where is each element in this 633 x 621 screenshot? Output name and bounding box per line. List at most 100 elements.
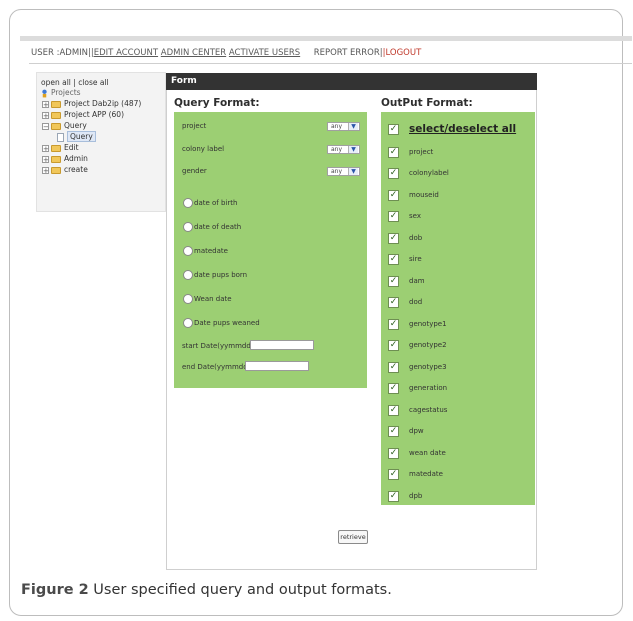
expand-icon[interactable]: + (42, 111, 49, 119)
navigation-tree: open all | close all Projects + Project D… (36, 72, 166, 212)
tree-item-label: Project APP (60) (64, 110, 124, 119)
logout-link[interactable]: |LOGOUT (383, 47, 422, 59)
expand-icon[interactable]: + (42, 144, 49, 152)
report-error-link[interactable]: REPORT ERROR| (314, 47, 383, 59)
project-label: project (182, 122, 207, 130)
radio-button[interactable] (183, 270, 193, 280)
expand-icon[interactable]: + (42, 155, 49, 163)
form-header: Form (166, 73, 537, 90)
tree-item-projects[interactable]: Projects (41, 87, 81, 98)
radio-button[interactable] (183, 318, 193, 328)
tree-item-project-app[interactable]: + Project APP (60) (42, 109, 124, 120)
tree-item-label: Query (67, 131, 96, 142)
select-all-checkbox[interactable]: ✓ (388, 124, 399, 135)
retrieve-button[interactable]: retrieve (338, 530, 368, 544)
output-checkbox-dpb[interactable]: ✓ (388, 491, 399, 502)
output-checkbox-sex[interactable]: ✓ (388, 211, 399, 222)
chevron-down-icon: ▼ (348, 146, 358, 153)
end-date-label: end Date(yymmdd): (182, 363, 253, 371)
tree-item-label: Admin (64, 154, 88, 163)
radio-label: Wean date (194, 295, 232, 303)
start-date-label: start Date(yymmdd): (182, 342, 256, 350)
end-date-input[interactable] (245, 361, 309, 371)
gender-label: gender (182, 167, 207, 175)
output-checkbox-project[interactable]: ✓ (388, 147, 399, 158)
gender-select[interactable]: any ▼ (327, 167, 360, 176)
start-date-input[interactable] (250, 340, 314, 350)
radio-label: matedate (194, 247, 228, 255)
output-checkbox-generation[interactable]: ✓ (388, 383, 399, 394)
output-checkbox-dam[interactable]: ✓ (388, 276, 399, 287)
radio-button[interactable] (183, 246, 193, 256)
expand-icon[interactable]: + (42, 166, 49, 174)
radio-label: date pups born (194, 271, 248, 279)
user-bar: USER :ADMIN||EDIT ACCOUNT ADMIN CENTER A… (31, 47, 421, 59)
folder-icon (51, 155, 61, 163)
colony-label-select[interactable]: any ▼ (327, 145, 360, 154)
output-checkbox-matedate[interactable]: ✓ (388, 469, 399, 480)
output-checkbox-wean-date[interactable]: ✓ (388, 448, 399, 459)
output-checkbox-dod[interactable]: ✓ (388, 297, 399, 308)
project-select[interactable]: any ▼ (327, 122, 360, 131)
output-label: dpb (409, 492, 423, 500)
expand-icon[interactable]: + (42, 100, 49, 108)
output-checkbox-dpw[interactable]: ✓ (388, 426, 399, 437)
output-label: dpw (409, 427, 424, 435)
output-label: wean date (409, 449, 446, 457)
output-checkbox-genotype2[interactable]: ✓ (388, 340, 399, 351)
tree-item-label: Edit (64, 143, 79, 152)
output-label: dam (409, 277, 425, 285)
tree-item-admin[interactable]: + Admin (42, 153, 88, 164)
tree-item-edit[interactable]: + Edit (42, 142, 79, 153)
output-checkbox-colonylabel[interactable]: ✓ (388, 168, 399, 179)
output-checkbox-sire[interactable]: ✓ (388, 254, 399, 265)
tree-item-project-dab2ip[interactable]: + Project Dab2ip (487) (42, 98, 141, 109)
radio-date-of-death[interactable]: date of death (183, 222, 241, 234)
output-label: dob (409, 234, 423, 242)
output-label: cagestatus (409, 406, 448, 414)
radio-wean-date[interactable]: Wean date (183, 294, 232, 306)
output-label: genotype2 (409, 341, 447, 349)
close-all-link[interactable]: close all (78, 78, 108, 87)
output-label: matedate (409, 470, 443, 478)
output-label: sire (409, 255, 422, 263)
radio-date-pups-born[interactable]: date pups born (183, 270, 247, 282)
output-label: sex (409, 212, 421, 220)
caption-prefix: Figure 2 (21, 582, 89, 598)
output-checkbox-genotype1[interactable]: ✓ (388, 319, 399, 330)
output-label: genotype1 (409, 320, 447, 328)
radio-label: date of birth (194, 199, 238, 207)
radio-button[interactable] (183, 222, 193, 232)
output-checkbox-dob[interactable]: ✓ (388, 233, 399, 244)
radio-matedate[interactable]: matedate (183, 246, 228, 258)
edit-account-link[interactable]: |EDIT ACCOUNT (91, 47, 158, 59)
chevron-down-icon: ▼ (348, 123, 358, 130)
select-value: any (331, 123, 343, 130)
select-value: any (331, 146, 343, 153)
tree-item-query[interactable]: − Query (42, 120, 87, 131)
output-checkbox-mouseid[interactable]: ✓ (388, 190, 399, 201)
output-checkbox-cagestatus[interactable]: ✓ (388, 405, 399, 416)
output-format-title: OutPut Format: (381, 97, 473, 109)
query-format-title: Query Format: (174, 97, 260, 109)
select-deselect-all-link[interactable]: select/deselect all (409, 123, 516, 135)
output-label: project (409, 148, 434, 156)
tree-item-create[interactable]: + create (42, 164, 88, 175)
output-checkbox-genotype3[interactable]: ✓ (388, 362, 399, 373)
tree-item-label: Projects (51, 88, 81, 97)
activate-users-link[interactable]: ACTIVATE USERS (229, 47, 300, 59)
user-label: USER :ADMIN| (31, 48, 91, 58)
tree-item-query-page[interactable]: Query (57, 131, 96, 142)
admin-center-link[interactable]: ADMIN CENTER (161, 47, 226, 59)
collapse-icon[interactable]: − (42, 122, 49, 130)
radio-button[interactable] (183, 198, 193, 208)
userbar-divider (29, 63, 632, 64)
radio-date-of-birth[interactable]: date of birth (183, 198, 237, 210)
folder-icon (51, 100, 61, 108)
radio-button[interactable] (183, 294, 193, 304)
projects-icon (42, 89, 47, 97)
output-format-panel (381, 112, 535, 505)
open-all-link[interactable]: open all (41, 78, 71, 87)
radio-date-pups-weaned[interactable]: Date pups weaned (183, 318, 260, 330)
page-icon (57, 132, 64, 142)
